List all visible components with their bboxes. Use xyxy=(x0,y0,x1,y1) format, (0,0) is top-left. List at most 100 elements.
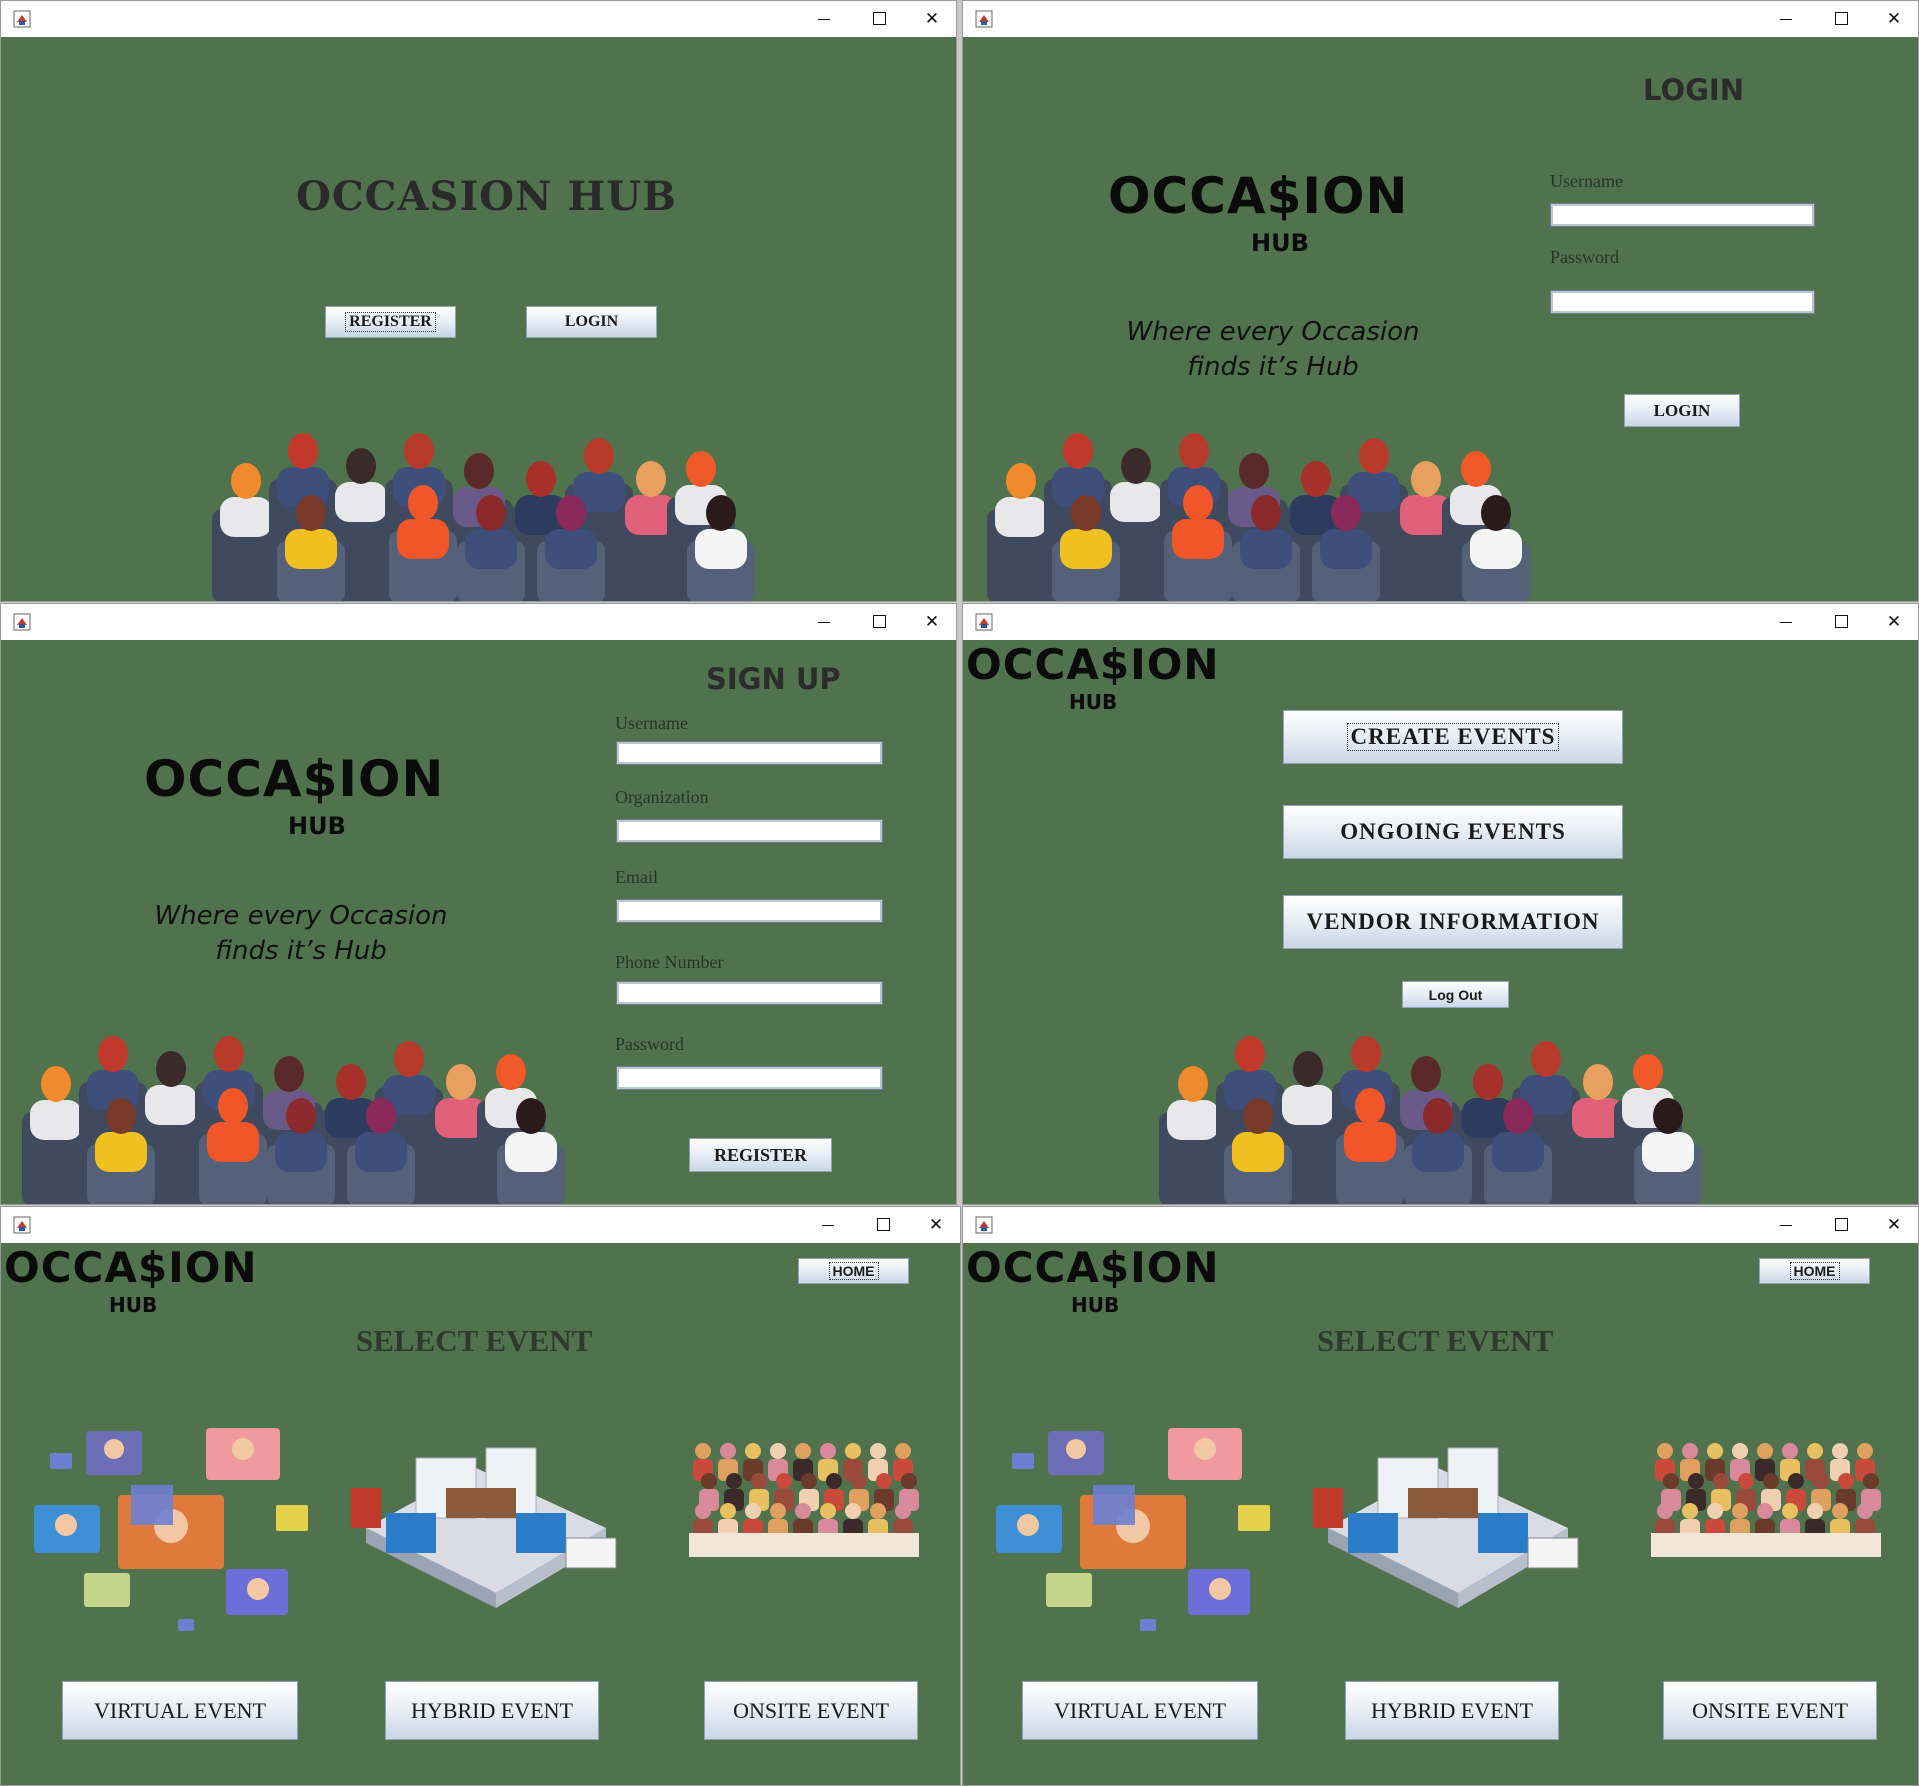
minimize-icon[interactable] xyxy=(1766,5,1806,33)
select-event-content: OCCA$ION HUB HOME SELECT EVENT VIRTUAL E… xyxy=(963,1243,1918,1785)
tagline: Where every Occasion finds it’s Hub xyxy=(141,899,461,969)
vendor-information-button[interactable]: VENDOR INFORMATION xyxy=(1283,895,1623,949)
onsite-event-button[interactable]: ONSITE EVENT xyxy=(704,1681,918,1740)
logo-wordmark: OCCA$ION xyxy=(4,1243,258,1292)
password-label: Password xyxy=(615,1034,685,1054)
login-button[interactable]: LOGIN xyxy=(526,306,657,338)
maximize-icon[interactable] xyxy=(1821,5,1861,33)
hybrid-event-button[interactable]: HYBRID EVENT xyxy=(385,1681,599,1740)
home-label: HOME xyxy=(1789,1262,1840,1280)
maximize-icon[interactable] xyxy=(1821,1211,1861,1239)
home-button[interactable]: HOME xyxy=(1759,1258,1870,1284)
login-window: ✕ OCCA$ION HUB Where every Occasion find… xyxy=(962,0,1919,602)
logo-hub: HUB xyxy=(1251,229,1309,257)
create-events-label: CREATE EVENTS xyxy=(1346,723,1560,751)
virtual-event-button[interactable]: VIRTUAL EVENT xyxy=(1022,1681,1258,1740)
maximize-icon[interactable] xyxy=(1821,608,1861,636)
minimize-icon[interactable] xyxy=(804,5,844,33)
onsite-seat-row xyxy=(689,1533,919,1557)
title-bar: ✕ xyxy=(963,1,1918,37)
app-title: OCCASION HUB xyxy=(296,173,677,220)
organization-field[interactable] xyxy=(616,819,883,843)
virtual-event-illustration xyxy=(996,1428,1270,1631)
logo-wordmark: OCCA$ION xyxy=(966,640,1220,689)
minimize-icon[interactable] xyxy=(1766,608,1806,636)
title-bar: ✕ xyxy=(1,604,956,640)
java-coffee-icon xyxy=(975,613,993,631)
close-icon[interactable]: ✕ xyxy=(912,608,952,636)
tagline-line-1: Where every Occasion xyxy=(154,901,448,931)
username-label: Username xyxy=(1550,171,1623,191)
select-event-heading: SELECT EVENT xyxy=(356,1323,593,1358)
dashboard-content: OCCA$ION HUB CREATE EVENTS ONGOING EVENT… xyxy=(963,640,1918,1204)
register-submit-button[interactable]: REGISTER xyxy=(689,1138,832,1172)
tagline-line-2: finds it’s Hub xyxy=(1187,352,1359,383)
minimize-icon[interactable] xyxy=(808,1211,848,1239)
email-label: Email xyxy=(615,867,658,887)
onsite-event-illustration xyxy=(1651,1443,1881,1557)
java-coffee-icon xyxy=(13,10,31,28)
logo-wordmark: OCCA$ION xyxy=(144,750,445,808)
onsite-event-illustration xyxy=(689,1443,919,1557)
tagline: Where every Occasion finds it’s Hub xyxy=(1113,315,1433,385)
signup-window: ✕ OCCA$ION HUB Where every Occasion find… xyxy=(0,603,957,1205)
login-submit-button[interactable]: LOGIN xyxy=(1624,394,1740,427)
title-bar: ✕ xyxy=(1,1,956,37)
login-heading: LOGIN xyxy=(1643,73,1744,107)
home-content: OCCASION HUB REGISTER LOGIN xyxy=(1,37,956,601)
virtual-event-button[interactable]: VIRTUAL EVENT xyxy=(62,1681,298,1740)
maximize-icon[interactable] xyxy=(863,1211,903,1239)
onsite-seat-row xyxy=(1651,1533,1881,1557)
username-label: Username xyxy=(615,713,688,733)
minimize-icon[interactable] xyxy=(1766,1211,1806,1239)
title-bar: ✕ xyxy=(963,1207,1918,1243)
email-field[interactable] xyxy=(616,899,883,923)
log-out-button[interactable]: Log Out xyxy=(1402,981,1509,1008)
phone-number-label: Phone Number xyxy=(615,952,724,972)
phone-number-field[interactable] xyxy=(616,981,883,1005)
select-event-content: OCCA$ION HUB HOME SELECT EVENT VIRTUAL E… xyxy=(1,1243,960,1785)
select-event-window: ✕ OCCA$ION HUB HOME SELECT EVENT VIRTUAL… xyxy=(0,1206,961,1786)
logo-hub: HUB xyxy=(288,812,346,840)
logo-hub: HUB xyxy=(1069,690,1118,714)
signup-content: OCCA$ION HUB Where every Occasion finds … xyxy=(1,640,956,1204)
create-events-button[interactable]: CREATE EVENTS xyxy=(1283,710,1623,764)
organization-label: Organization xyxy=(615,787,709,807)
home-button[interactable]: HOME xyxy=(798,1258,909,1284)
username-field[interactable] xyxy=(616,741,883,765)
audience-illustration xyxy=(1159,1036,1702,1204)
hybrid-event-illustration xyxy=(351,1447,617,1608)
audience-illustration xyxy=(22,1036,565,1204)
hybrid-event-button[interactable]: HYBRID EVENT xyxy=(1345,1681,1559,1740)
minimize-icon[interactable] xyxy=(804,608,844,636)
close-icon[interactable]: ✕ xyxy=(1874,5,1914,33)
onsite-event-button[interactable]: ONSITE EVENT xyxy=(1663,1681,1877,1740)
logo-wordmark: OCCA$ION xyxy=(966,1243,1220,1292)
username-field[interactable] xyxy=(1550,203,1815,227)
home-window: ✕ OCCASION HUB REGISTER LOGIN xyxy=(0,0,957,602)
tagline-line-2: finds it’s Hub xyxy=(215,936,387,967)
audience-illustration xyxy=(987,433,1530,601)
title-bar: ✕ xyxy=(963,604,1918,640)
close-icon[interactable]: ✕ xyxy=(1874,608,1914,636)
title-bar: ✕ xyxy=(1,1207,960,1243)
password-field[interactable] xyxy=(616,1066,883,1090)
virtual-event-illustration xyxy=(34,1428,308,1631)
ongoing-events-button[interactable]: ONGOING EVENTS xyxy=(1283,805,1623,859)
audience-illustration xyxy=(212,433,755,601)
home-label: HOME xyxy=(828,1262,879,1280)
select-event-window: ✕ OCCA$ION HUB HOME SELECT EVENT VIRTUAL… xyxy=(962,1206,1919,1786)
close-icon[interactable]: ✕ xyxy=(916,1211,956,1239)
select-event-heading: SELECT EVENT xyxy=(1317,1323,1554,1358)
java-coffee-icon xyxy=(13,613,31,631)
password-field[interactable] xyxy=(1550,290,1815,314)
close-icon[interactable]: ✕ xyxy=(912,5,952,33)
close-icon[interactable]: ✕ xyxy=(1874,1211,1914,1239)
register-button[interactable]: REGISTER xyxy=(325,306,456,338)
maximize-icon[interactable] xyxy=(859,608,899,636)
maximize-icon[interactable] xyxy=(859,5,899,33)
register-label: REGISTER xyxy=(345,312,436,332)
logo-hub: HUB xyxy=(109,1293,158,1317)
logo-wordmark: OCCA$ION xyxy=(1108,167,1409,225)
java-coffee-icon xyxy=(975,1216,993,1234)
